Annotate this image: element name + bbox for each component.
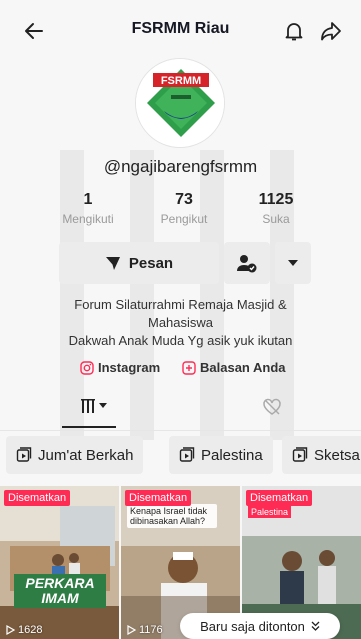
instagram-link-label: Instagram [98, 360, 161, 375]
message-button[interactable]: Pesan [59, 242, 219, 284]
video-caption-overlay: Palestina [248, 506, 292, 518]
pinned-badge: Disematkan [125, 490, 192, 506]
playlist-row: Jum'at Berkah Palestina Sketsa [0, 436, 361, 476]
pinned-badge: Disematkan [4, 490, 71, 506]
video-caption-overlay: Kenapa Israel tidak dibinasakan Allah? [127, 504, 217, 528]
active-tab-indicator [62, 426, 116, 428]
playlist-label: Jum'at Berkah [38, 446, 134, 464]
pinned-badge: Disematkan [246, 490, 313, 506]
avatar[interactable]: FSRMM [135, 58, 225, 148]
recently-watched-label: Baru saja ditonton [200, 618, 305, 634]
followers-label: Pengikut [160, 212, 208, 226]
instagram-icon [80, 360, 94, 375]
fsrmm-logo: FSRMM [136, 59, 224, 147]
video-caption-overlay: PERKARA IMAM [14, 574, 106, 608]
profile-bio: Forum Silaturrahmi Remaja Masjid & Mahas… [20, 296, 341, 350]
message-button-label: Pesan [128, 254, 174, 272]
recently-watched-button[interactable]: Baru saja ditonton [180, 613, 340, 639]
following-stat[interactable]: 1 Mengikuti [48, 191, 128, 226]
bio-line: Mahasiswa [147, 315, 214, 330]
video-thumbnail[interactable]: Disematkan PERKARA IMAM 1628 [0, 486, 119, 639]
profile-links: Instagram Balasan Anda [0, 360, 361, 380]
playlist-chip[interactable]: Sketsa [282, 436, 361, 474]
tab-videos[interactable] [80, 397, 107, 415]
reply-link-label: Balasan Anda [200, 360, 286, 375]
bio-line: Dakwah Anak Muda Yg asik yuk ikutan [68, 333, 293, 348]
bio-line: Forum Silaturrahmi Remaja Masjid & [74, 297, 287, 312]
playlist-icon [16, 447, 32, 462]
action-buttons: Pesan [0, 242, 361, 284]
instagram-link[interactable]: Instagram [80, 360, 160, 375]
following-count: 1 [83, 191, 93, 208]
playlist-icon [179, 447, 195, 462]
profile-stats: 1 Mengikuti 73 Pengikut 1125 Suka [0, 191, 361, 233]
followers-stat[interactable]: 73 Pengikut [144, 191, 224, 226]
view-count: 1628 [6, 624, 42, 636]
playlist-icon [292, 447, 308, 462]
username: @ngajibarengfsrmm [103, 157, 258, 176]
divider [0, 430, 361, 431]
playlist-label: Sketsa [314, 446, 360, 464]
user-check-icon [237, 255, 257, 273]
add-box-icon [182, 360, 196, 375]
top-bar: FSRMM Riau [0, 0, 361, 62]
caret-down-icon [288, 260, 298, 266]
send-icon [105, 257, 120, 270]
caret-down-icon [99, 403, 107, 408]
grid-icon [81, 399, 95, 413]
following-label: Mengikuti [62, 212, 114, 226]
bell-icon[interactable] [282, 19, 306, 43]
likes-label: Suka [262, 212, 290, 226]
following-status-button[interactable] [224, 242, 270, 284]
svg-text:FSRMM: FSRMM [161, 75, 201, 87]
followers-count: 73 [175, 191, 193, 208]
play-icon [6, 625, 15, 635]
hidden-liked-icon[interactable] [262, 398, 282, 416]
likes-stat[interactable]: 1125 Suka [236, 191, 316, 226]
page-title: FSRMM Riau [131, 20, 230, 37]
playlist-chip[interactable]: Palestina [169, 436, 273, 474]
more-options-button[interactable] [275, 242, 311, 284]
share-icon[interactable] [319, 19, 343, 43]
likes-count: 1125 [258, 191, 294, 208]
view-count-value: 1628 [18, 624, 43, 636]
play-icon [127, 625, 136, 635]
double-chevron-down-icon [311, 621, 320, 631]
playlist-label: Palestina [201, 446, 263, 464]
content-tabs [0, 392, 361, 430]
view-count: 1176 [127, 624, 163, 636]
playlist-chip[interactable]: Jum'at Berkah [6, 436, 144, 474]
view-count-value: 1176 [139, 624, 163, 636]
reply-link[interactable]: Balasan Anda [182, 360, 286, 375]
video-thumbnail-image [0, 486, 119, 639]
video-grid: Disematkan PERKARA IMAM 1628 Disematkan … [0, 486, 361, 639]
